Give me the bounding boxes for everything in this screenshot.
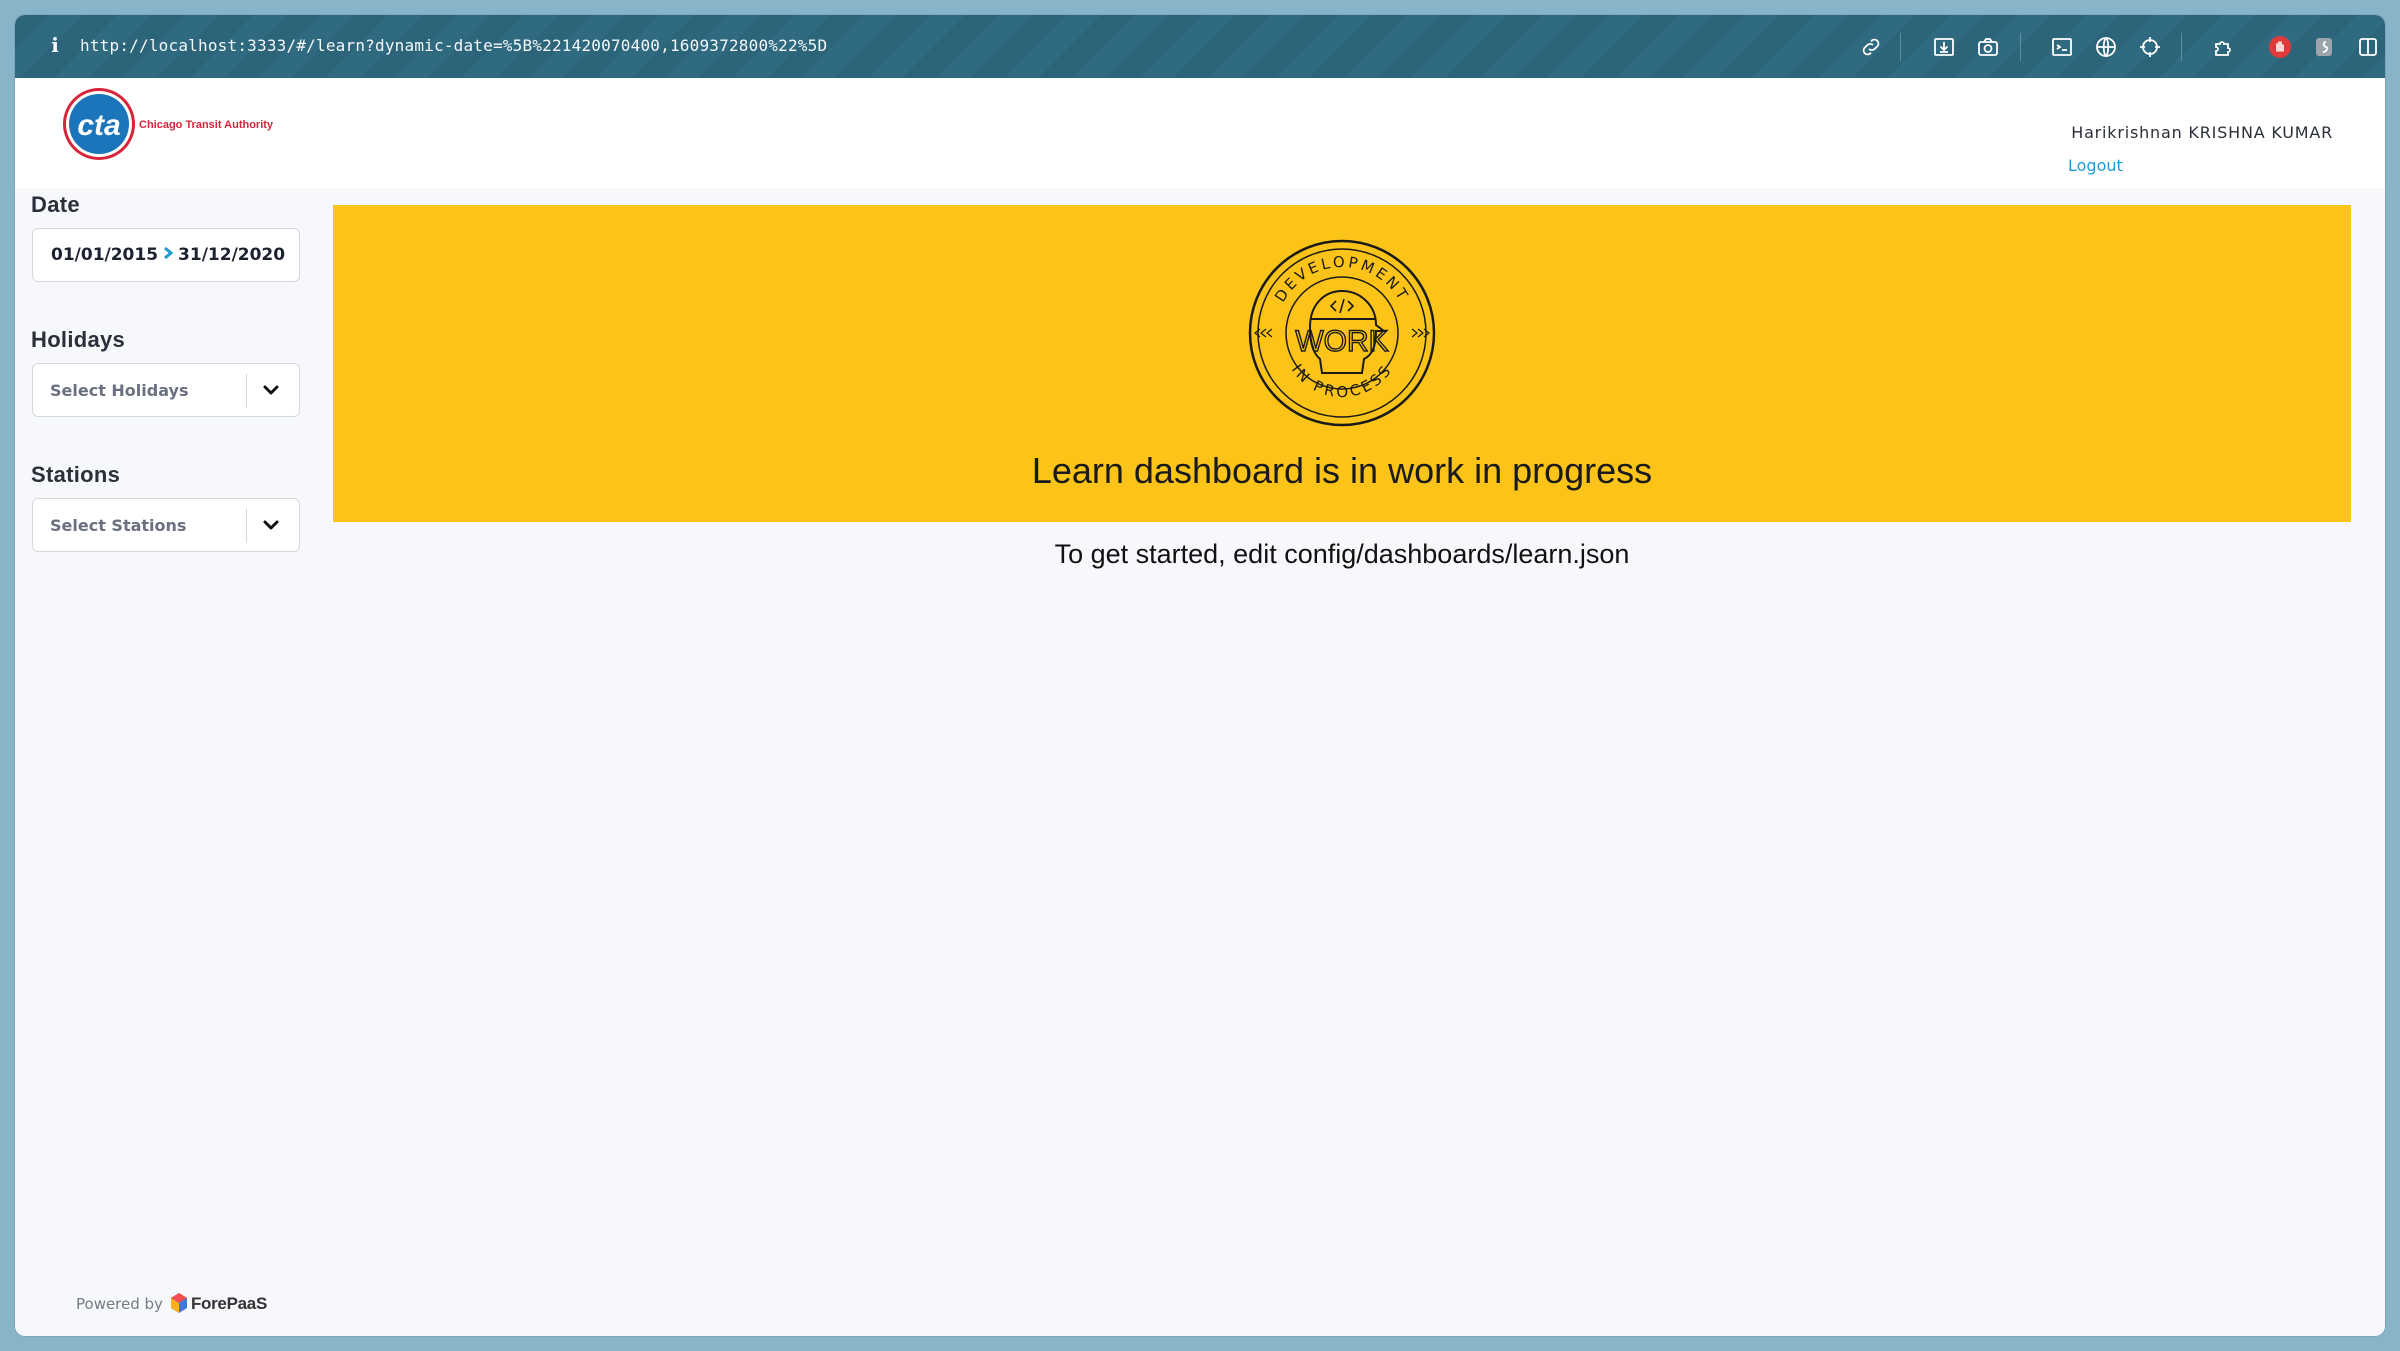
badge-bottom-text: IN PROCESS [1288, 361, 1393, 402]
script-icon[interactable] [2311, 34, 2337, 60]
forepaas-logo[interactable]: ForePaaS [169, 1292, 267, 1316]
forepaas-brand: ForePaaS [190, 1294, 267, 1313]
info-icon[interactable]: i [43, 33, 67, 57]
select-divider [246, 374, 247, 408]
stations-label: Stations [31, 462, 121, 487]
hand-stop-icon[interactable] [2267, 34, 2293, 60]
download-icon[interactable] [1931, 34, 1957, 60]
stations-placeholder: Select Stations [50, 516, 187, 535]
sidebar-toggle-icon[interactable] [2355, 34, 2381, 60]
svg-text:DEVELOPMENT: DEVELOPMENT [1271, 253, 1413, 305]
chevron-right-icon [162, 245, 174, 265]
cta-logo[interactable]: cta Chicago Transit Authority [63, 84, 313, 164]
url-text[interactable]: http://localhost:3333/#/learn?dynamic-da… [80, 36, 827, 55]
chevron-down-icon[interactable] [259, 378, 283, 402]
globe-icon[interactable] [2093, 34, 2119, 60]
powered-by-label: Powered by [76, 1295, 163, 1313]
user-name: Harikrishnan KRISHNA KUMAR [2071, 123, 2333, 142]
select-divider [246, 509, 247, 543]
date-label: Date [31, 192, 80, 217]
camera-icon[interactable] [1975, 34, 2001, 60]
date-range-picker[interactable]: 01/01/2015 31/12/2020 [32, 228, 300, 282]
terminal-icon[interactable] [2049, 34, 2075, 60]
work-in-process-badge-icon: DEVELOPMENT IN PROCESS WORK [1246, 237, 1438, 429]
browser-window: i http://localhost:3333/#/learn?dynamic-… [15, 15, 2385, 1336]
link-icon[interactable] [1858, 34, 1884, 60]
holidays-select[interactable]: Select Holidays [32, 363, 300, 417]
chevron-down-icon[interactable] [259, 513, 283, 537]
date-end: 31/12/2020 [178, 245, 286, 265]
badge-center-text: WORK [1295, 325, 1388, 358]
forepaas-icon [170, 1293, 187, 1313]
holidays-label: Holidays [31, 327, 126, 352]
logo-subtitle: Chicago Transit Authority [139, 119, 274, 131]
powered-by: Powered by ForePaaS [76, 1292, 267, 1316]
stations-select[interactable]: Select Stations [32, 498, 300, 552]
holidays-placeholder: Select Holidays [50, 381, 189, 400]
date-start: 01/01/2015 [51, 245, 159, 265]
banner-title: Learn dashboard is in work in progress [1031, 450, 1653, 491]
logo-text: cta [77, 109, 120, 142]
browser-url-bar: i http://localhost:3333/#/learn?dynamic-… [15, 15, 2385, 78]
crosshair-icon[interactable] [2137, 34, 2163, 60]
extension-icon[interactable] [2211, 34, 2237, 60]
logout-link[interactable]: Logout [2068, 156, 2123, 175]
wip-banner: DEVELOPMENT IN PROCESS WORK Learn dashbo… [333, 205, 2351, 522]
badge-top-text: DEVELOPMENT [1271, 253, 1410, 305]
svg-text:IN PROCESS: IN PROCESS [1288, 361, 1396, 402]
app-header: cta Chicago Transit Authority Harikrishn… [15, 78, 2385, 188]
getting-started-text: To get started, edit config/dashboards/l… [1054, 539, 1630, 569]
